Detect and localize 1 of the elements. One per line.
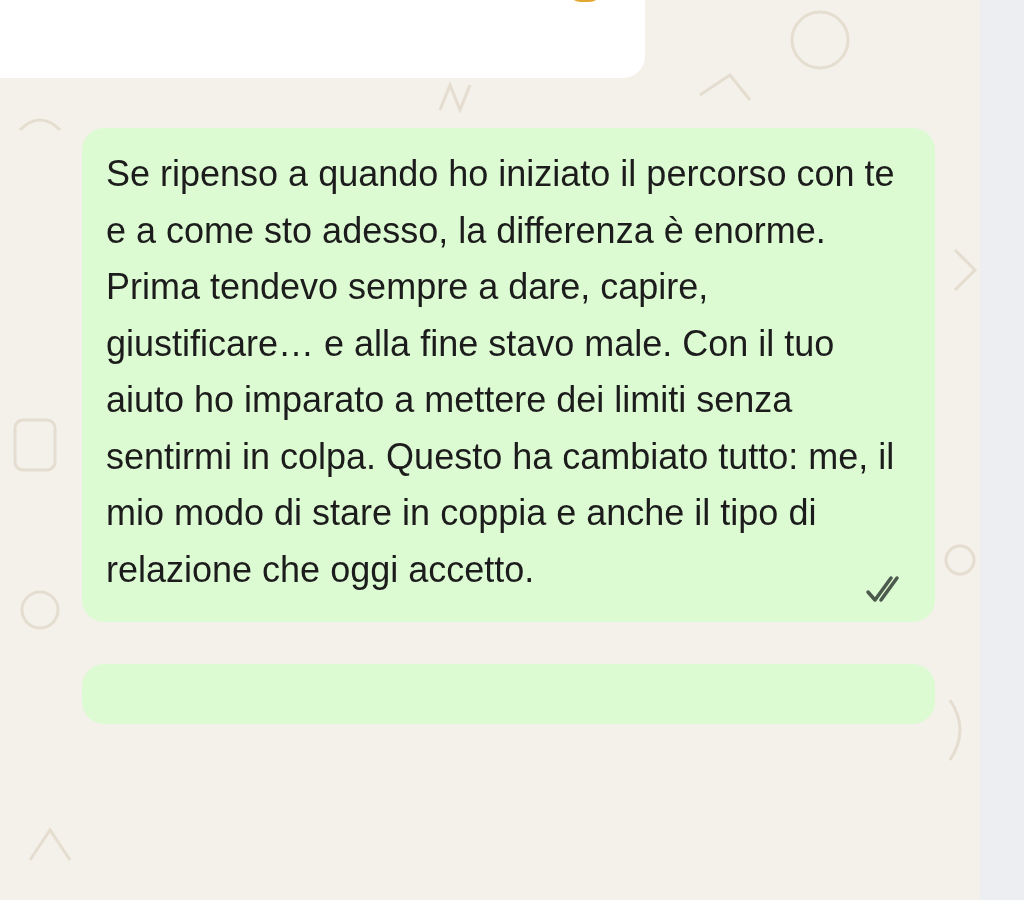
message-text: Se ripenso a quando ho iniziato il percorso con te e a come sto adesso, la differenza è enorme. Prima tendevo sempre a dare, capire, giustificare… e alla fine stavo male. Con il tuo aiuto ho imparato a mettere dei limiti senza sentirmi in colpa. Questo ha cambiato tutto: me, il mio modo di stare in coppia e anche il tipo di relazione che oggi accetto. <box>106 152 896 592</box>
